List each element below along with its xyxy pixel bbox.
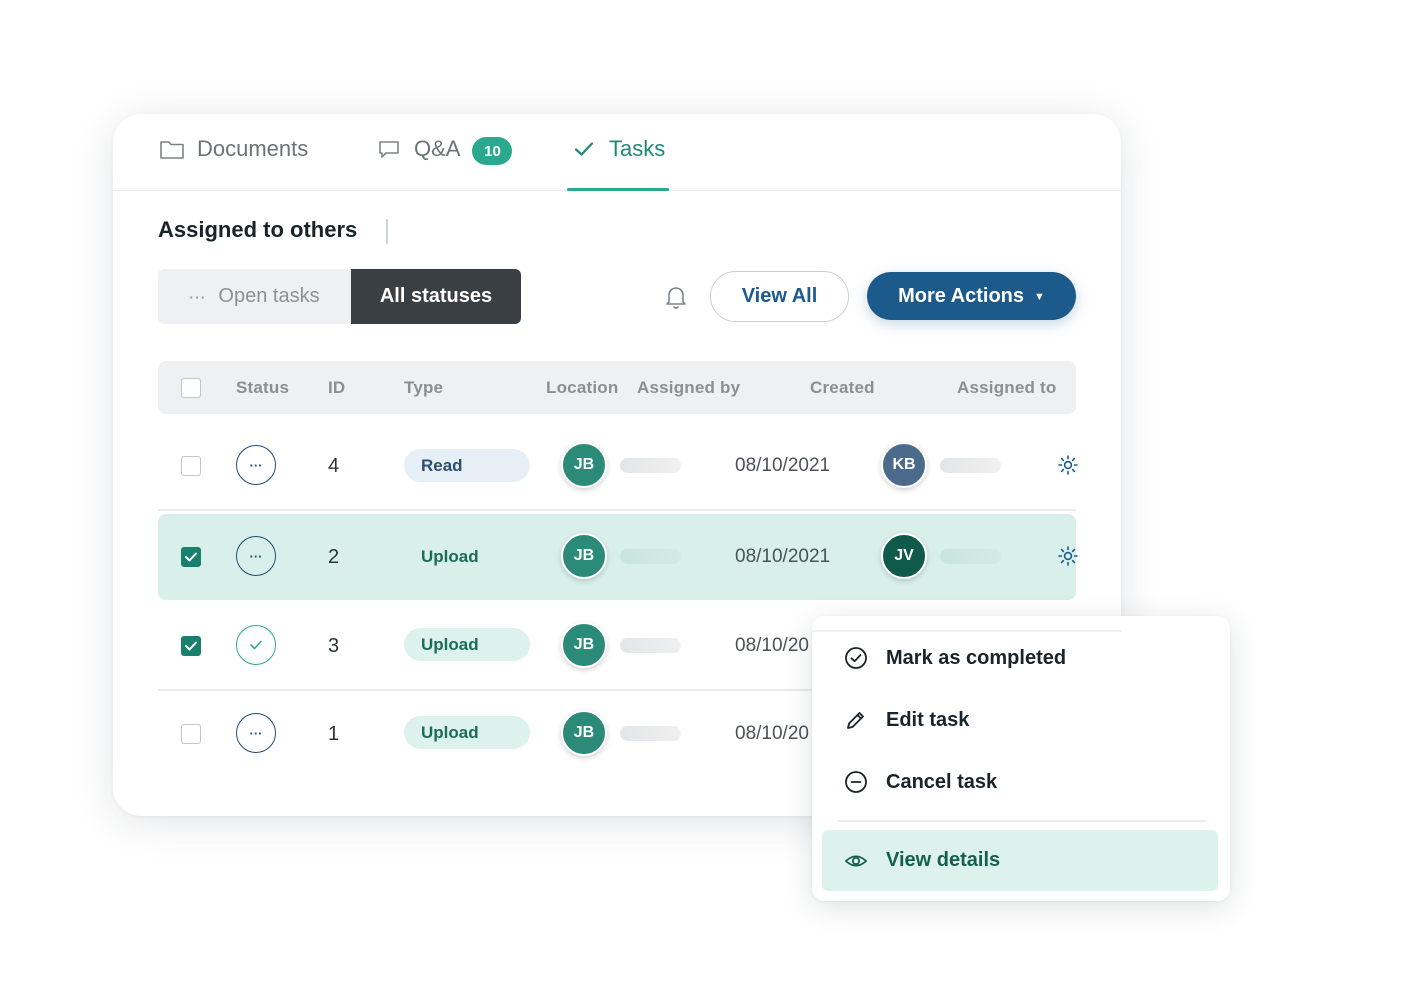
view-all-label: View All [741,285,818,307]
select-all-checkbox[interactable] [181,378,201,398]
name-placeholder [620,638,681,653]
name-placeholder [940,458,1001,473]
comment-icon [376,136,402,162]
column-type[interactable]: Type [404,378,443,398]
eye-icon [844,849,868,873]
table-header: Status ID Type Location Assigned by Crea… [158,361,1076,414]
name-placeholder [940,549,1001,564]
folder-icon [159,136,185,162]
name-placeholder [620,726,681,741]
view-all-button[interactable]: View All [710,271,849,322]
avatar: JB [561,710,607,756]
menu-item-label: View details [886,849,1001,871]
column-id[interactable]: ID [328,378,345,398]
completed-status-icon[interactable] [236,625,276,665]
row-checkbox[interactable] [181,636,201,656]
column-assigned-by[interactable]: Assigned by [637,378,740,398]
type-badge: Upload [421,546,479,566]
menu-divider [838,820,1206,822]
pending-status-icon[interactable]: ··· [236,536,276,576]
notification-bell-icon[interactable] [662,282,690,312]
filter-all-statuses-label: All statuses [379,285,493,307]
minus-circle-icon [844,770,868,794]
created-date: 08/10/2021 [735,546,831,567]
menu-item-edit-task[interactable]: Edit task [822,691,1218,749]
task-id: 3 [328,635,340,657]
tab-qa-label: Q&A [414,136,461,161]
task-id: 2 [328,546,340,568]
title-divider [386,219,388,244]
created-date: 08/10/2021 [735,455,831,476]
filter-open-tasks-label: Open tasks [218,285,320,307]
column-assigned-to[interactable]: Assigned to [957,378,1057,398]
more-actions-button[interactable]: More Actions ▼ [867,272,1076,320]
type-badge: Read [404,449,530,482]
row-divider [158,509,1076,511]
name-placeholder [620,458,681,473]
more-actions-label: More Actions [898,284,1025,307]
tab-bar: Documents Q&A 10 Tasks [113,114,1121,191]
avatar: KB [881,442,927,488]
active-tab-indicator [567,188,670,191]
menu-item-view-details[interactable]: View details [822,830,1218,891]
pending-status-icon[interactable]: ··· [236,713,276,753]
ellipsis-icon: ··· [189,288,207,305]
task-id: 1 [328,723,340,745]
status-filter-segment: ··· Open tasks All statuses [158,269,521,324]
table-row[interactable]: ··· 2 Upload JB 08/10/2021 JV [158,514,1079,600]
qa-count-badge: 10 [472,137,513,165]
caret-down-icon: ▼ [1034,291,1045,303]
menu-item-label: Cancel task [886,770,998,793]
tab-tasks-label: Tasks [609,136,666,161]
task-id: 4 [328,455,340,477]
created-date: 08/10/20 [735,635,809,656]
menu-item-cancel-task[interactable]: Cancel task [822,753,1218,811]
menu-item-mark-completed[interactable]: Mark as completed [822,629,1218,687]
tab-qa[interactable]: Q&A 10 [376,136,513,191]
column-status[interactable]: Status [236,378,289,398]
checkmark-icon [185,552,197,562]
tab-documents[interactable]: Documents [159,136,308,191]
avatar: JB [561,533,607,579]
filter-open-tasks[interactable]: ··· Open tasks [158,269,351,324]
avatar: JB [561,442,607,488]
menu-item-label: Edit task [886,708,970,731]
row-checkbox[interactable] [181,547,201,567]
filter-all-statuses[interactable]: All statuses [351,269,521,324]
check-icon [571,136,597,162]
tab-tasks[interactable]: Tasks [567,136,670,191]
type-badge: Upload [404,628,530,661]
pending-status-icon[interactable]: ··· [236,445,276,485]
pencil-icon [844,708,868,732]
type-badge: Upload [404,716,530,749]
gear-icon[interactable] [1057,545,1079,567]
tab-documents-label: Documents [197,136,309,161]
gear-icon[interactable] [1057,454,1079,476]
column-created[interactable]: Created [810,378,875,398]
row-checkbox[interactable] [181,456,201,476]
table-row[interactable]: ··· 4 Read JB 08/10/2021 KB [158,424,1079,508]
menu-item-label: Mark as completed [886,646,1067,669]
column-location[interactable]: Location [546,378,618,398]
section-title: Assigned to others [158,217,358,242]
name-placeholder [620,549,681,564]
avatar: JV [881,533,927,579]
avatar: JB [561,622,607,668]
row-checkbox[interactable] [181,724,201,744]
created-date: 08/10/20 [735,723,809,744]
checkmark-icon [185,641,197,651]
check-circle-icon [844,646,868,670]
task-context-menu: Mark as completed Edit task Cancel task … [812,616,1230,901]
